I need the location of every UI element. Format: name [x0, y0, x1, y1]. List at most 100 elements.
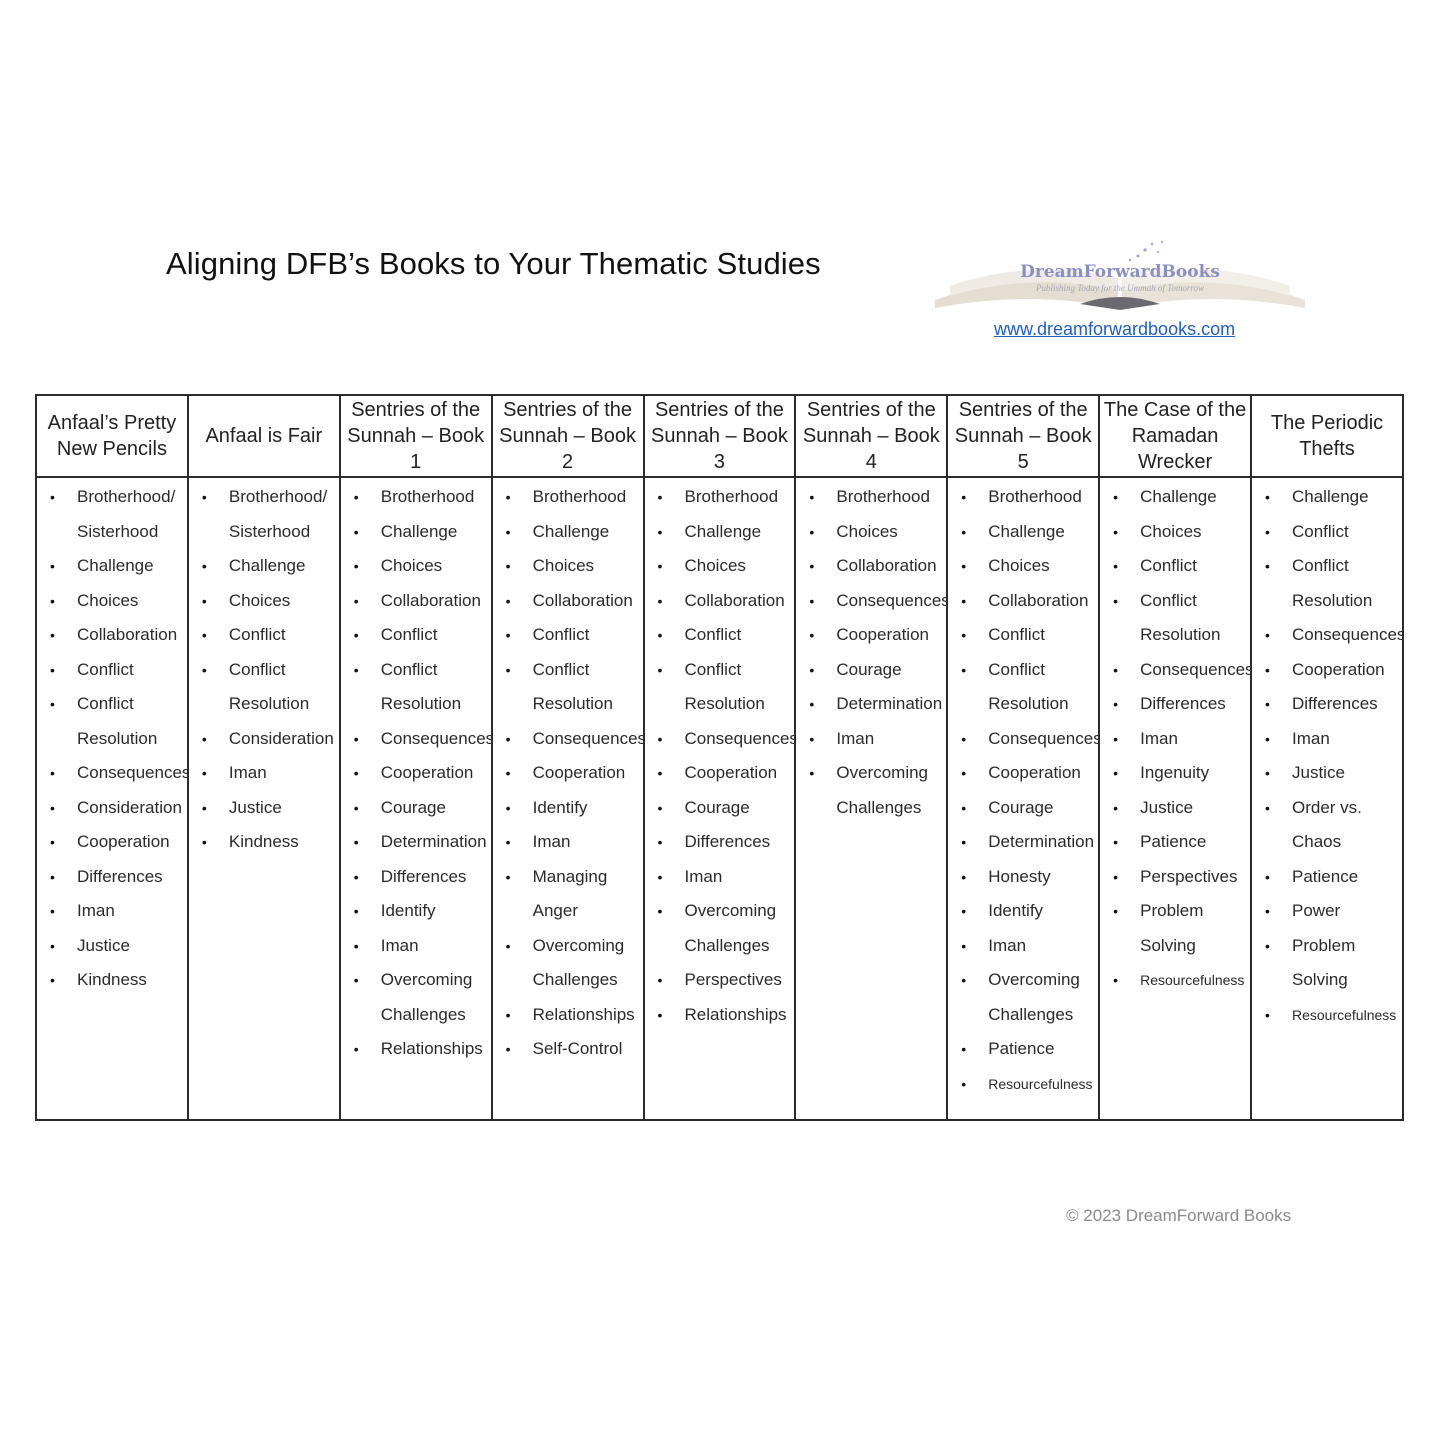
column-header: Sentries of the Sunnah – Book 3	[642, 394, 797, 478]
theme-label: Conflict	[532, 625, 590, 644]
bullet-icon: •	[657, 489, 663, 505]
theme-item: • Problem Solving	[1252, 929, 1402, 998]
theme-item: • Differences	[1100, 687, 1250, 722]
bullet-icon: •	[657, 1006, 663, 1023]
theme-label: Cooperation	[77, 832, 170, 851]
theme-label: Overcoming Challenges	[684, 901, 777, 955]
theme-label: Consequences	[532, 728, 643, 748]
bullet-icon: •	[353, 903, 359, 919]
theme-item: • Conflict	[341, 618, 491, 653]
bullet-icon: •	[961, 627, 967, 643]
theme-item: • Iman	[493, 825, 643, 860]
bullet-icon: •	[961, 834, 967, 850]
website-link[interactable]: www.dreamforwardbooks.com	[994, 319, 1235, 340]
theme-label: Differences	[684, 832, 771, 851]
theme-item: • Iman	[37, 894, 187, 929]
theme-label: Courage	[988, 797, 1054, 817]
theme-item: • Collaboration	[37, 618, 187, 653]
theme-label: Differences	[77, 866, 163, 886]
theme-item: • Consideration	[37, 791, 187, 826]
bullet-icon: •	[201, 489, 207, 505]
theme-cell: • Brotherhood/ Sisterhood • Challenge • Choic…	[186, 476, 341, 1121]
theme-label: Order vs. Chaos	[1292, 797, 1362, 852]
bullet-icon: •	[505, 592, 511, 609]
bullet-icon: •	[961, 1075, 967, 1092]
theme-label: Iman	[836, 728, 875, 748]
theme-label: Iman	[77, 901, 115, 920]
theme-item: • Determination	[796, 687, 946, 722]
theme-label: Challenge	[988, 521, 1065, 541]
theme-item: • Cooperation	[948, 756, 1098, 791]
theme-label: Patience	[1140, 832, 1207, 851]
bullet-icon: •	[961, 592, 967, 609]
theme-item: • Relationships	[341, 1032, 491, 1067]
theme-cell: • Brotherhood • Challenge • Choices • Collabora…	[642, 476, 797, 1121]
theme-label: Power	[1292, 901, 1341, 920]
theme-label: Honesty	[988, 866, 1051, 886]
theme-label: Identify	[380, 901, 436, 920]
bullet-icon: •	[809, 696, 815, 712]
theme-item: • Conflict Resolution	[493, 653, 643, 722]
theme-item: • Consequences	[796, 584, 946, 619]
theme-label: Identify	[532, 797, 588, 817]
bullet-icon: •	[50, 972, 55, 988]
logo-wordmark: DreamForwardBooks	[1020, 262, 1220, 282]
bullet-icon: •	[1265, 730, 1270, 747]
bullet-icon: •	[961, 903, 967, 919]
theme-item: • Perspectives	[1100, 860, 1250, 895]
theme-label: Conflict	[228, 625, 286, 644]
theme-item: • Challenge	[189, 549, 339, 584]
theme-item: • Courage	[341, 791, 491, 826]
theme-label: Cooperation	[1292, 659, 1385, 679]
theme-item: • Collaboration	[948, 584, 1098, 619]
bullet-icon: •	[657, 558, 663, 574]
bullet-icon: •	[657, 730, 663, 747]
theme-item: • Overcoming Challenges	[796, 756, 946, 825]
bullet-icon: •	[50, 696, 55, 712]
theme-label: Differences	[380, 866, 467, 886]
theme-label: Brotherhood/ Sisterhood	[77, 487, 176, 541]
bullet-icon: •	[353, 627, 359, 643]
theme-label: Collaboration	[380, 590, 481, 610]
bullet-icon: •	[353, 765, 359, 781]
bullet-icon: •	[1265, 523, 1270, 540]
bullet-icon: •	[505, 558, 511, 574]
theme-label: Challenge	[228, 556, 306, 575]
theme-label: Justice	[77, 935, 130, 955]
bullet-icon: •	[657, 868, 663, 885]
theme-label: Brotherhood	[532, 487, 627, 506]
theme-item: • Iman	[948, 929, 1098, 964]
bullet-icon: •	[657, 834, 663, 850]
bullet-icon: •	[1265, 489, 1270, 505]
copyright-notice: © 2023 DreamForward Books	[1066, 1206, 1292, 1225]
logo-tagline: Publishing Today for the Ummah of Tomorr…	[1035, 283, 1205, 293]
bullet-icon: •	[50, 868, 55, 885]
theme-label: Iman	[1140, 728, 1178, 748]
theme-item: • Consequences	[1100, 653, 1250, 688]
bullet-icon: •	[1113, 661, 1119, 678]
theme-item: • Managing Anger	[493, 860, 643, 929]
bullet-icon: •	[1113, 799, 1119, 816]
theme-item: • Overcoming Challenges	[948, 963, 1098, 1032]
table-body-row: • Brotherhood/ Sisterhood • Challenge • Choic…	[35, 476, 1404, 1121]
bullet-icon: •	[657, 627, 663, 643]
theme-label: Iman	[1292, 728, 1330, 748]
bullet-icon: •	[353, 523, 359, 540]
theme-label: Relationships	[380, 1039, 483, 1058]
theme-item: • Collaboration	[341, 584, 491, 619]
bullet-icon: •	[1265, 799, 1270, 816]
theme-label: Resourcefulness	[1140, 972, 1245, 988]
theme-item: • Cooperation	[645, 756, 795, 791]
theme-item: • Iman	[645, 860, 795, 895]
theme-label: Conflict Resolution	[1140, 590, 1221, 645]
theme-item: • Differences	[37, 860, 187, 895]
book-themes-table: Anfaal’s Pretty New Pencils Anfaal is Fa…	[35, 394, 1404, 1121]
theme-item: • Collaboration	[493, 584, 643, 619]
theme-label: Kindness	[77, 970, 147, 989]
theme-list: • Challenge • Conflict • Conflict Resolution •…	[1252, 478, 1402, 1032]
theme-label: Consequences	[988, 728, 1099, 748]
theme-item: • Iman	[189, 756, 339, 791]
bullet-icon: •	[1113, 868, 1119, 885]
bullet-icon: •	[353, 730, 359, 747]
theme-item: • Challenge	[1252, 480, 1402, 515]
